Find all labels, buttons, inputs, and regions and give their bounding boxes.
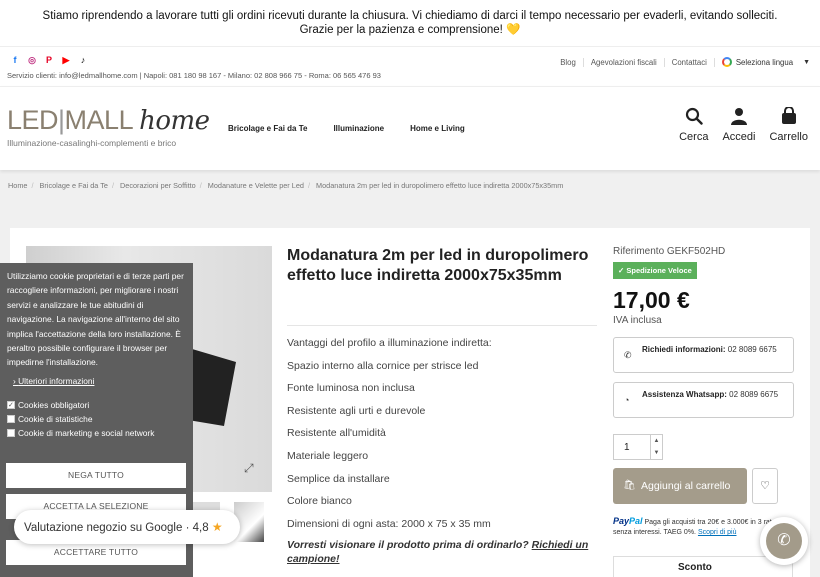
call-button[interactable]: ✆ xyxy=(760,517,808,565)
cookie-more-info-link[interactable]: › Ulteriori informazioni xyxy=(7,374,186,388)
breadcrumb-current: Modanatura 2m per led in duropolimero ef… xyxy=(316,181,564,190)
star-icon: ★ xyxy=(211,520,223,534)
feature-item: Resistente all'umidità xyxy=(287,427,386,440)
sample-request: Vorresti visionare il prodotto prima di … xyxy=(287,538,597,566)
header-actions: Cerca Accedi Carrello xyxy=(679,107,808,143)
product-features: Vantaggi del profilo a illuminazione ind… xyxy=(287,336,597,539)
contact-link[interactable]: Contattaci xyxy=(665,57,715,67)
wishlist-button[interactable]: ♡ xyxy=(752,468,778,504)
feature-item: Fonte luminosa non inclusa xyxy=(287,382,415,395)
tax-benefits-link[interactable]: Agevolazioni fiscali xyxy=(584,57,665,67)
quantity-input[interactable]: 1 ▲ ▼ xyxy=(613,434,663,460)
checkbox[interactable] xyxy=(7,399,15,413)
checkbox[interactable] xyxy=(7,415,15,424)
account-label: Accedi xyxy=(722,131,756,143)
main-nav: Bricolage e Fai da Te Illuminazione Home… xyxy=(228,124,465,133)
site-header: LED|MALL home Illuminazione-casalinghi-c… xyxy=(0,86,820,170)
cart-button[interactable]: Carrello xyxy=(769,107,808,143)
account-button[interactable]: Accedi xyxy=(722,107,755,143)
fast-shipping-badge: ✓ Spedizione Veloce xyxy=(613,262,697,279)
rating-source: su Google xyxy=(129,522,183,534)
feature-item: Resistente agli urti e durevole xyxy=(287,404,426,417)
announcement-bar: Stiamo riprendendo a lavorare tutti gli … xyxy=(0,0,820,46)
expand-icon[interactable]: ⤢ xyxy=(244,461,254,476)
cookie-options: Cookies obbligatori Cookie di statistich… xyxy=(7,398,186,440)
shopping-bag-icon: 🛍 xyxy=(623,480,636,491)
search-label: Cerca xyxy=(679,131,709,143)
phone-icon: ✆ xyxy=(766,523,802,559)
deny-all-button[interactable]: NEGA TUTTO xyxy=(6,463,186,488)
heart-icon: ♡ xyxy=(760,480,770,492)
product-reference: Riferimento GEKF502HD xyxy=(613,246,726,257)
instagram-icon[interactable]: ◎ xyxy=(27,55,37,65)
request-info-label: Richiedi informazioni: xyxy=(642,345,726,354)
breadcrumb-item[interactable]: Modanature e Velette per Led xyxy=(208,181,304,190)
customer-service-info: Servizio clienti: info@ledmallhome.com |… xyxy=(7,71,381,80)
cookie-option-marketing[interactable]: Cookie di marketing e social network xyxy=(7,426,186,440)
product-title: Modanatura 2m per led in duropolimero ef… xyxy=(287,247,589,284)
logo-wordmark: LED|MALL home xyxy=(7,105,210,136)
quantity-value: 1 xyxy=(624,442,630,453)
sample-request-text: Vorresti visionare il prodotto prima di … xyxy=(287,539,529,551)
feature-item: Colore bianco xyxy=(287,495,352,508)
shopping-bag-icon xyxy=(781,107,796,124)
cookie-option-required[interactable]: Cookies obbligatori xyxy=(7,398,186,413)
breadcrumb-item[interactable]: Bricolage e Fai da Te xyxy=(40,181,108,190)
pinterest-icon[interactable]: P xyxy=(44,55,54,65)
add-to-cart-button[interactable]: 🛍 Aggiungi al carrello xyxy=(613,468,747,504)
social-links: f ◎ P ▶ ♪ xyxy=(10,55,88,65)
announcement-line-1: Stiamo riprendendo a lavorare tutti gli … xyxy=(42,10,778,22)
language-label: Seleziona lingua xyxy=(735,57,794,67)
checkbox[interactable] xyxy=(7,429,15,438)
logo-tagline: Illuminazione-casalinghi-complementi e b… xyxy=(7,138,177,148)
top-links: Blog Agevolazioni fiscali Contattaci Sel… xyxy=(553,57,810,67)
whatsapp-label: Assistenza Whatsapp: xyxy=(642,390,727,399)
phone-icon: ✆ xyxy=(624,350,632,360)
quantity-stepper[interactable]: ▲ ▼ xyxy=(650,435,662,459)
add-to-cart-label: Aggiungi al carrello xyxy=(641,480,731,492)
nav-item-bricolage[interactable]: Bricolage e Fai da Te xyxy=(228,124,307,133)
rating-score: 4,8 xyxy=(192,522,209,534)
youtube-icon[interactable]: ▶ xyxy=(61,55,71,65)
feature-item: Materiale leggero xyxy=(287,449,369,462)
cart-label: Carrello xyxy=(769,131,808,143)
divider xyxy=(287,325,597,326)
blog-link[interactable]: Blog xyxy=(553,57,584,67)
google-rating-badge[interactable]: Valutazione negozio su Google · 4,8 ★ xyxy=(14,510,240,544)
paypal-logo: PayPal xyxy=(613,516,643,526)
feature-item: Dimensioni di ogni asta: 2000 x 75 x 35 … xyxy=(287,517,491,530)
google-translate-icon xyxy=(721,57,732,67)
cookie-text: Utilizziamo cookie proprietari e di terz… xyxy=(7,271,184,368)
product-price: 17,00 € xyxy=(613,287,690,313)
discount-header: Sconto xyxy=(678,562,712,573)
nav-item-home-living[interactable]: Home e Living xyxy=(410,124,465,133)
search-button[interactable]: Cerca xyxy=(679,107,708,143)
feature-item: Semplice da installare xyxy=(287,472,390,485)
chevron-down-icon: ▼ xyxy=(803,58,810,66)
breadcrumb-item[interactable]: Decorazioni per Soffitto xyxy=(120,181,196,190)
feature-item: Vantaggi del profilo a illuminazione ind… xyxy=(287,337,492,349)
rating-label: Valutazione negozio xyxy=(24,522,127,534)
announcement-line-2: Grazie per la pazienza e comprensione! 💛 xyxy=(299,24,521,36)
nav-item-illuminazione[interactable]: Illuminazione xyxy=(333,124,384,133)
user-icon xyxy=(730,108,747,125)
whatsapp-icon: ◔ xyxy=(624,395,630,405)
breadcrumb-item[interactable]: Home xyxy=(8,181,27,190)
vat-note: IVA inclusa xyxy=(613,315,662,326)
whatsapp-box[interactable]: ◔ Assistenza Whatsapp: 02 8089 6675 xyxy=(613,382,794,418)
whatsapp-number: 02 8089 6675 xyxy=(729,390,779,399)
language-selector[interactable]: Seleziona lingua ▼ xyxy=(715,57,810,67)
request-info-box[interactable]: ✆ Richiedi informazioni: 02 8089 6675 xyxy=(613,337,794,373)
tiktok-icon[interactable]: ♪ xyxy=(78,55,88,65)
feature-item: Spazio interno alla cornice per strisce … xyxy=(287,359,479,372)
search-icon xyxy=(685,107,703,125)
site-logo[interactable]: LED|MALL home Illuminazione-casalinghi-c… xyxy=(7,105,210,148)
request-info-number: 02 8089 6675 xyxy=(727,345,777,354)
breadcrumb: Home / Bricolage e Fai da Te / Decorazioni… xyxy=(8,181,564,190)
top-bar: f ◎ P ▶ ♪ Servizio clienti: info@ledmall… xyxy=(0,46,820,86)
facebook-icon[interactable]: f xyxy=(10,55,20,65)
cookie-option-statistics[interactable]: Cookie di statistiche xyxy=(7,412,186,426)
paypal-learn-more-link[interactable]: Scopri di più xyxy=(698,529,737,536)
discount-table: Sconto xyxy=(613,556,793,577)
